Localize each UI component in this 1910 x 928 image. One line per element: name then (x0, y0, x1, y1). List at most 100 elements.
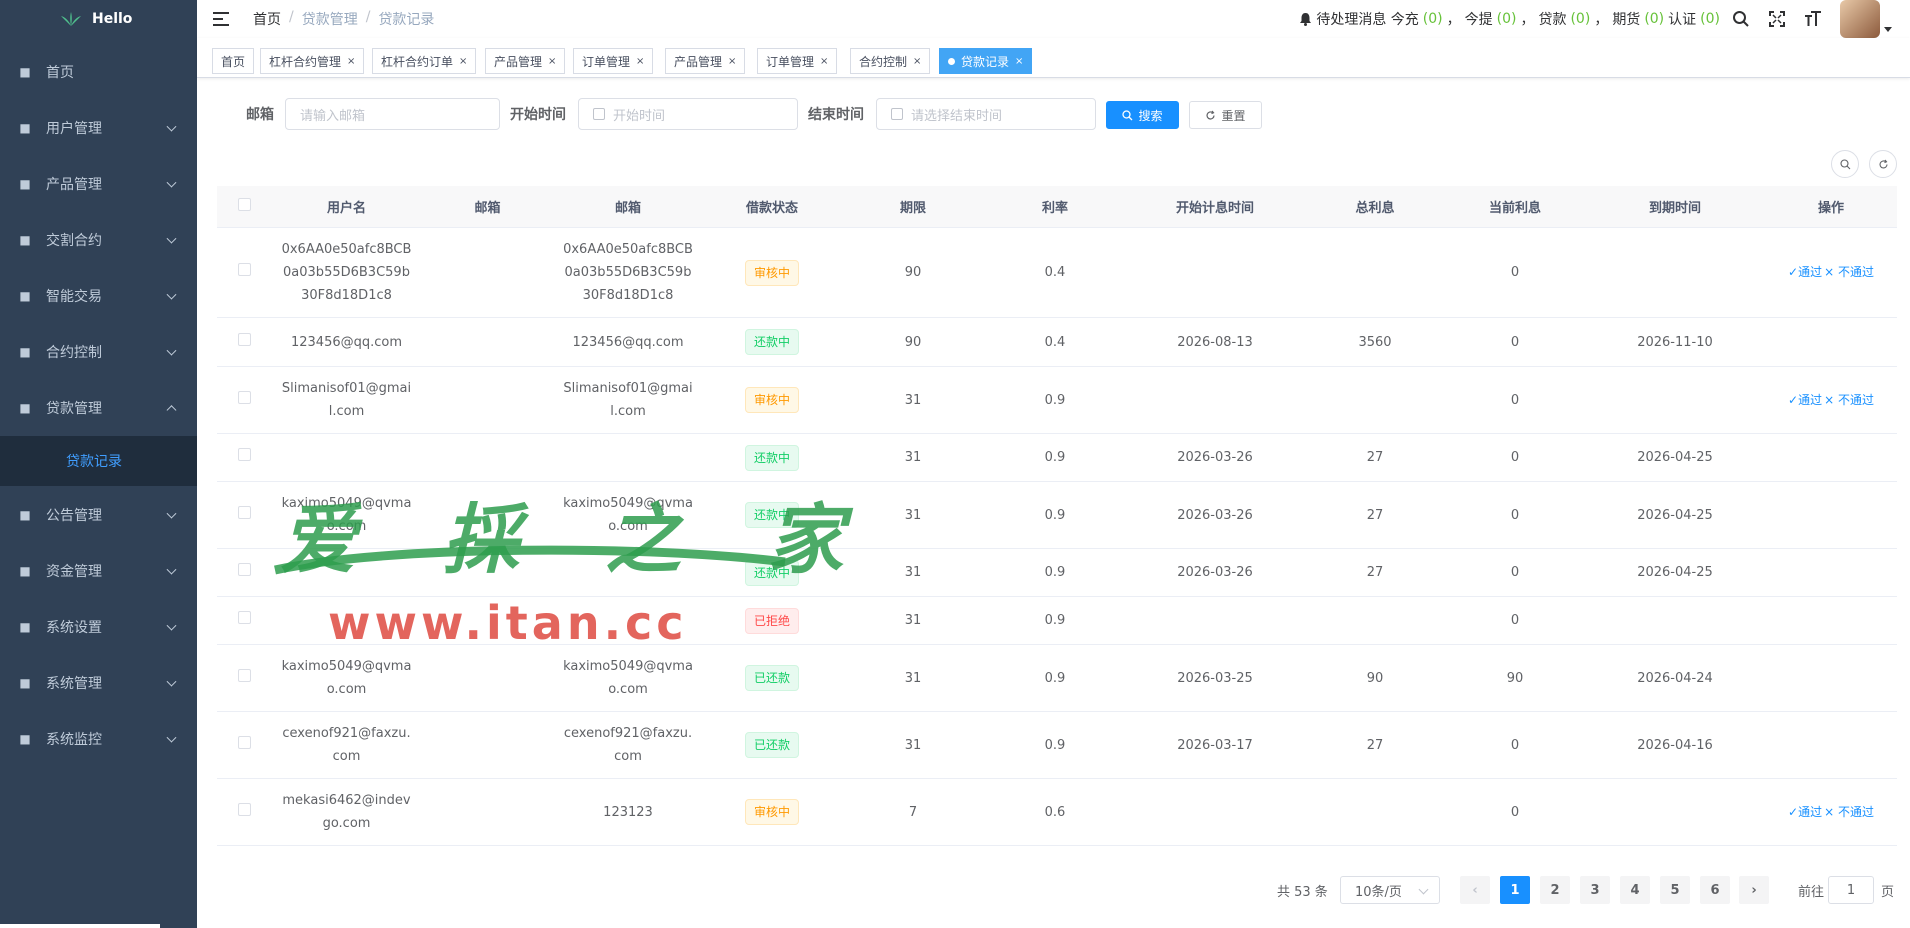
close-icon[interactable]: × (913, 56, 921, 67)
tag-1[interactable]: 杠杆合约管理 × (260, 48, 365, 74)
close-icon[interactable]: × (347, 56, 355, 67)
close-icon[interactable]: × (728, 56, 736, 67)
row-checkbox[interactable] (237, 390, 251, 404)
tag-7[interactable]: 合约控制 × (850, 48, 931, 74)
table-row[interactable]: 123456@qq.com 123456@qq.com 还款中 90 0.4 2026-0… (217, 318, 1897, 367)
row-checkbox[interactable] (237, 332, 251, 346)
sidebar-subitem-loan-records[interactable]: 贷款记录 (0, 436, 197, 486)
reject-link[interactable]: × 不通过 (1824, 805, 1874, 819)
sidebar-item-8[interactable]: ■ 资金管理 (0, 543, 197, 599)
sidebar-item-7[interactable]: ■ 公告管理 (0, 487, 197, 543)
page-button[interactable]: 4 (1620, 876, 1650, 904)
close-icon[interactable]: × (548, 56, 556, 67)
page-button[interactable]: 3 (1580, 876, 1610, 904)
close-icon[interactable]: × (1015, 56, 1023, 67)
table-row[interactable]: 0x6AA0e50afc8BCB0a03b55D6B3C59b30F8d18D1… (217, 228, 1897, 318)
page-button[interactable]: 6 (1700, 876, 1730, 904)
toggle-search-button[interactable] (1831, 150, 1859, 178)
sidebar-item-5[interactable]: ■ 合约控制 (0, 324, 197, 380)
tag-3[interactable]: 产品管理 × (485, 48, 566, 74)
sidebar-item-10[interactable]: ■ 系统管理 (0, 655, 197, 711)
tag-6[interactable]: 订单管理 × (757, 48, 838, 74)
table-row[interactable]: 还款中 31 0.9 2026-03-26 27 0 2026-04-25 (217, 434, 1897, 482)
chevron-down-icon (166, 121, 177, 132)
table-row[interactable]: cexenof921@faxzu.com cexenof921@faxzu.com… (217, 712, 1897, 779)
cell-current: 0 (1510, 804, 1520, 820)
table-row[interactable]: Slimanisof01@gmail.com Slimanisof01@gmail… (217, 367, 1897, 434)
page-button[interactable]: 2 (1540, 876, 1570, 904)
pending-notice[interactable]: 待处理消息 今充 (0) ， 今提 (0) ， 贷款 (0) ， 期货 (0) … (1299, 0, 1720, 38)
refresh-icon (1878, 159, 1888, 168)
approve-link[interactable]: ✓通过 (1788, 265, 1822, 279)
futures-label: 期货 (1612, 12, 1641, 28)
row-checkbox[interactable] (237, 448, 251, 461)
tag-2[interactable]: 杠杆合约订单 × (372, 48, 477, 74)
next-page-button[interactable]: › (1739, 876, 1769, 904)
close-icon[interactable]: × (459, 56, 467, 67)
select-all-checkbox[interactable] (237, 198, 251, 211)
approve-link[interactable]: ✓通过 (1788, 393, 1822, 407)
chevron-down-icon (166, 508, 177, 519)
goto-page-input[interactable]: 1 (1828, 876, 1874, 904)
search-icon (1839, 158, 1850, 169)
start-time-picker[interactable]: 开始时间 (578, 98, 798, 130)
auth-label: 认证 (1668, 12, 1697, 28)
search-button[interactable]: 搜索 (1106, 101, 1179, 129)
sidebar-item-3[interactable]: ■ 交割合约 (0, 212, 197, 268)
caret-down-icon[interactable] (1884, 26, 1892, 32)
end-time-picker[interactable]: 请选择结束时间 (876, 98, 1096, 130)
sidebar-item-0[interactable]: ■ 首页 (0, 44, 197, 100)
monitor-icon: ■ (19, 732, 31, 746)
search-icon[interactable] (1732, 10, 1750, 28)
reset-button[interactable]: 重置 (1189, 101, 1262, 129)
row-checkbox[interactable] (237, 563, 251, 576)
sidebar-item-1[interactable]: ■ 用户管理 (0, 100, 197, 156)
sidebar-item-6[interactable]: ■ 贷款管理 (0, 380, 197, 436)
row-checkbox[interactable] (237, 263, 251, 276)
fullscreen-icon[interactable] (1768, 10, 1786, 28)
reject-link[interactable]: × 不通过 (1824, 393, 1874, 407)
avatar[interactable] (1840, 0, 1880, 38)
sidebar: Hello ■ 首页 ■ 用户管理 ■ 产品管理 ■ 交割合约 ■ 智能交易 ■ 合约控制 ■ 贷款管理 ■… (0, 0, 197, 928)
reject-link[interactable]: × 不通过 (1824, 265, 1874, 279)
row-checkbox[interactable] (237, 611, 251, 624)
row-checkbox[interactable] (237, 668, 251, 682)
table-row[interactable]: mekasi6462@indevgo.com 123123 审核中 7 0.6 0 ✓通过 ×… (217, 779, 1897, 846)
tag-8[interactable]: 贷款记录 × (939, 48, 1033, 74)
page-size-select[interactable]: 10条/页 (1340, 876, 1440, 904)
close-icon[interactable]: × (820, 56, 828, 67)
font-size-icon[interactable] (1804, 10, 1822, 28)
tag-5[interactable]: 产品管理 × (665, 48, 746, 74)
row-checkbox[interactable] (237, 505, 251, 519)
refresh-table-button[interactable] (1869, 150, 1897, 178)
cell-rate: 0.9 (1044, 737, 1066, 753)
breadcrumb-home[interactable]: 首页 (253, 9, 281, 29)
cell-term: 7 (908, 804, 918, 820)
cell-rate: 0.4 (1044, 334, 1066, 350)
prev-page-button[interactable]: ‹ (1460, 876, 1490, 904)
email-label: 邮箱 (246, 107, 274, 123)
sidebar-item-11[interactable]: ■ 系统监控 (0, 711, 197, 767)
logo-text: Hello (92, 11, 133, 27)
approve-link[interactable]: ✓通过 (1788, 805, 1822, 819)
close-icon[interactable]: × (636, 56, 644, 67)
cell-total: 3560 (1358, 334, 1392, 350)
row-checkbox[interactable] (237, 735, 251, 749)
breadcrumb-loan-management[interactable]: 贷款管理 (302, 9, 358, 29)
email-input[interactable]: 请输入邮箱 (285, 98, 500, 130)
tag-4[interactable]: 订单管理 × (573, 48, 654, 74)
sidebar-item-4[interactable]: ■ 智能交易 (0, 268, 197, 324)
hamburger-icon[interactable] (213, 12, 229, 26)
table-row[interactable]: kaximo5049@qvmao.com kaximo5049@qvmao.com… (217, 645, 1897, 712)
sidebar-item-2[interactable]: ■ 产品管理 (0, 156, 197, 212)
sidebar-item-9[interactable]: ■ 系统设置 (0, 599, 197, 655)
tag-0[interactable]: 首页 (212, 48, 255, 74)
status-badge: 审核中 (744, 259, 799, 286)
logo[interactable]: Hello (0, 0, 197, 38)
watermark-url: www.itan.cc (328, 596, 688, 650)
chevron-down-icon (166, 289, 177, 300)
row-checkbox[interactable] (237, 802, 251, 816)
page-button[interactable]: 5 (1660, 876, 1690, 904)
sidebar-item-label: 用户管理 (46, 121, 102, 137)
page-button[interactable]: 1 (1500, 876, 1530, 904)
